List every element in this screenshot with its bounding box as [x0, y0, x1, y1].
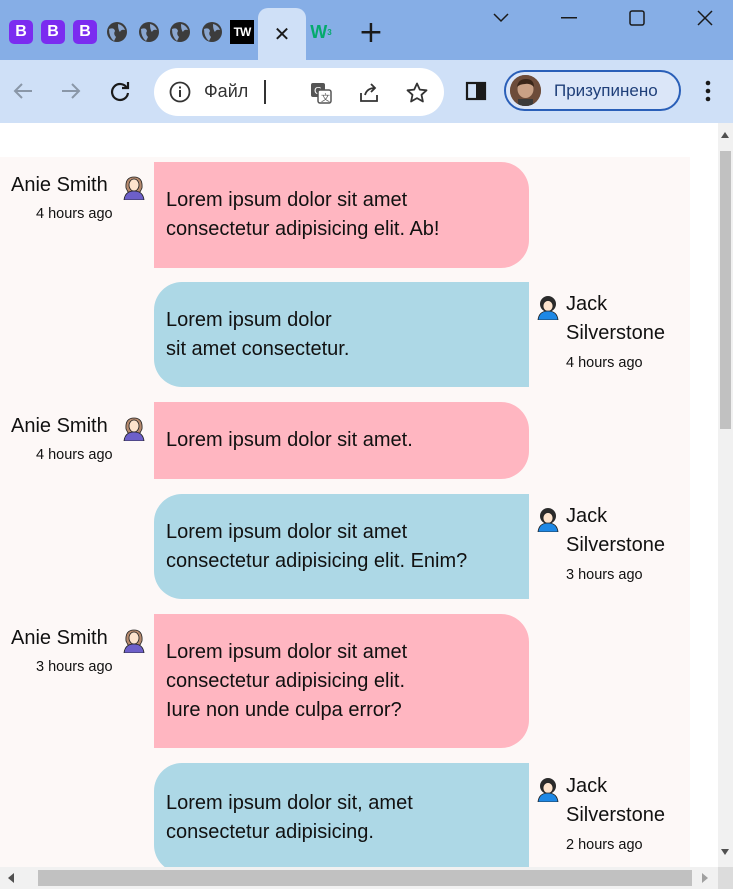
scroll-up-arrow-icon[interactable]	[721, 132, 729, 138]
message-bubble: Lorem ipsum dolor sit, amet consectetur …	[154, 763, 529, 867]
tab-globe-1[interactable]	[104, 17, 130, 47]
message-time: 3 hours ago	[566, 567, 643, 583]
message-bubble: Lorem ipsum dolor sit amet consectetur a…	[154, 162, 529, 268]
globe-icon	[202, 22, 222, 42]
globe-icon	[139, 22, 159, 42]
tab-bootstrap-2[interactable]: B	[40, 17, 66, 47]
tab-active[interactable]: ✕	[258, 8, 306, 60]
scroll-down-arrow-icon[interactable]	[721, 849, 729, 855]
forward-button[interactable]	[54, 74, 88, 108]
message-text: Lorem ipsum dolor sit amet consectetur a…	[166, 640, 408, 721]
address-bar[interactable]: Файл G文	[154, 68, 444, 116]
female-avatar-icon	[123, 176, 145, 200]
bookmark-button[interactable]	[404, 80, 430, 106]
message-author: Jack Silverstone	[566, 293, 665, 344]
message-author: Anie Smith	[11, 174, 108, 196]
info-icon[interactable]	[168, 80, 192, 104]
tab-globe-3[interactable]	[167, 17, 193, 47]
tab-globe-4[interactable]	[199, 17, 225, 47]
tw-icon: TW	[230, 20, 254, 44]
chat-container: Anie Smith 4 hours ago Lorem ipsum dolor…	[0, 157, 690, 867]
scrollbar-corner	[718, 867, 733, 889]
avatar	[510, 75, 541, 106]
horizontal-scroll-thumb[interactable]	[38, 870, 692, 886]
scroll-left-arrow-icon[interactable]	[8, 873, 14, 883]
message-bubble: Lorem ipsum dolor sit amet consectetur.	[154, 282, 529, 387]
horizontal-scrollbar[interactable]	[0, 867, 718, 889]
share-icon	[360, 83, 378, 102]
tab-globe-2[interactable]	[136, 17, 162, 47]
svg-text:文: 文	[321, 92, 330, 104]
message-text: Lorem ipsum dolor sit amet consectetur a…	[166, 189, 440, 240]
address-caret	[264, 80, 266, 104]
message-bubble: Lorem ipsum dolor sit amet.	[154, 402, 529, 479]
new-tab-button[interactable]: +	[356, 18, 386, 48]
translate-icon: G文	[311, 83, 332, 104]
close-icon[interactable]: ✕	[274, 22, 291, 46]
scroll-right-arrow-icon[interactable]	[702, 873, 708, 883]
message-time: 2 hours ago	[566, 837, 643, 853]
translate-button[interactable]: G文	[308, 80, 334, 106]
vertical-scrollbar[interactable]	[718, 123, 733, 867]
message-bubble: Lorem ipsum dolor sit amet consectetur a…	[154, 614, 529, 748]
message-time: 3 hours ago	[36, 659, 113, 675]
address-text: Файл	[204, 81, 249, 101]
reload-button[interactable]	[103, 74, 137, 108]
share-button[interactable]	[356, 80, 382, 106]
tab-strip: B B B TW ✕ W3 +	[0, 0, 733, 60]
arrow-right-icon	[62, 83, 81, 99]
side-panel-icon	[465, 81, 487, 101]
message-author: Anie Smith	[11, 415, 108, 437]
message-text: Lorem ipsum dolor sit amet consectetur a…	[166, 520, 468, 572]
female-avatar-icon	[123, 417, 145, 441]
profile-button[interactable]: Призупинено	[504, 70, 681, 111]
star-icon	[406, 82, 428, 103]
female-avatar-icon	[123, 629, 145, 653]
globe-icon	[107, 22, 127, 42]
minimize-icon	[561, 17, 577, 19]
browser-toolbar: Файл G文 Призупинено	[0, 60, 733, 123]
tab-bootstrap-3[interactable]: B	[72, 17, 98, 47]
side-panel-button[interactable]	[459, 74, 493, 108]
maximize-button[interactable]	[614, 4, 660, 32]
tab-search-button[interactable]	[478, 4, 524, 32]
message-text: Lorem ipsum dolor sit amet consectetur.	[166, 308, 350, 360]
message-author: Anie Smith	[11, 627, 108, 649]
close-window-button[interactable]	[682, 4, 728, 32]
message-text: Lorem ipsum dolor sit, amet consectetur …	[166, 792, 413, 843]
bootstrap-icon: B	[73, 20, 97, 44]
page-viewport: Anie Smith 4 hours ago Lorem ipsum dolor…	[0, 123, 718, 867]
message-time: 4 hours ago	[36, 447, 113, 463]
message-text: Lorem ipsum dolor sit amet.	[166, 429, 413, 451]
message-time: 4 hours ago	[36, 206, 113, 222]
menu-button[interactable]	[691, 74, 725, 108]
message-bubble: Lorem ipsum dolor sit amet consectetur a…	[154, 494, 529, 599]
message-author: Jack Silverstone	[566, 505, 665, 556]
message-time: 4 hours ago	[566, 355, 643, 371]
bootstrap-icon: B	[41, 20, 65, 44]
message-author: Jack Silverstone	[566, 775, 665, 826]
chevron-down-icon	[493, 13, 509, 23]
w3schools-icon: W3	[310, 21, 332, 42]
maximize-icon	[629, 10, 645, 26]
back-button[interactable]	[6, 74, 40, 108]
tab-w3schools[interactable]: W3	[308, 17, 334, 47]
tab-tw[interactable]: TW	[229, 17, 255, 47]
globe-icon	[170, 22, 190, 42]
minimize-button[interactable]	[546, 4, 592, 32]
arrow-left-icon	[13, 83, 32, 99]
reload-icon	[110, 82, 130, 102]
vertical-scroll-thumb[interactable]	[720, 151, 731, 429]
more-vertical-icon	[705, 80, 711, 102]
male-avatar-icon	[537, 508, 559, 532]
male-avatar-icon	[537, 778, 559, 802]
close-icon	[697, 10, 713, 26]
male-avatar-icon	[537, 296, 559, 320]
profile-label: Призупинено	[554, 81, 658, 100]
bootstrap-icon: B	[9, 20, 33, 44]
tab-bootstrap-1[interactable]: B	[8, 17, 34, 47]
